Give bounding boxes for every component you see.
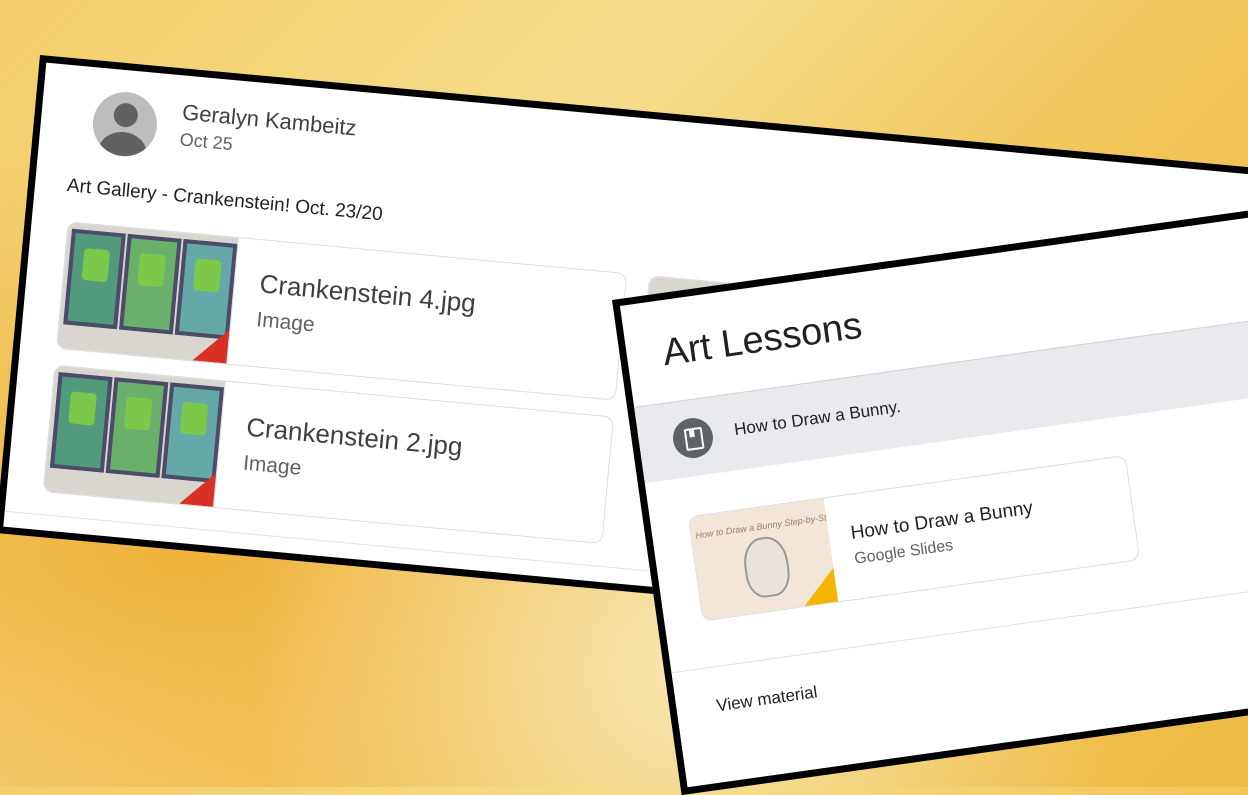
author-avatar[interactable]	[90, 89, 160, 159]
slides-thumbnail: How to Draw a Bunny Step-by-Step	[689, 498, 839, 621]
attachment-thumbnail	[43, 365, 226, 508]
image-type-icon	[179, 469, 217, 507]
image-type-icon	[192, 326, 230, 364]
post-text: Art Gallery - Crankenstein! Oct. 23/20	[66, 175, 384, 226]
topic-title: Art Lessons	[660, 304, 865, 375]
avatar-shoulders	[96, 129, 149, 159]
topic-card: Art Lessons How to Draw a Bunny. How to …	[612, 199, 1248, 795]
post-date: Oct 25	[178, 129, 234, 155]
attachment-type: Image	[242, 451, 303, 480]
attachment-thumbnail	[57, 222, 239, 364]
view-material-link[interactable]: View material	[715, 682, 819, 716]
bunny-drawing	[740, 534, 793, 600]
avatar-head	[112, 102, 139, 129]
material-book-icon	[670, 415, 716, 461]
material-attachment-card[interactable]: How to Draw a Bunny Step-by-Step How to …	[687, 455, 1141, 622]
lesson-title: How to Draw a Bunny.	[732, 396, 902, 440]
attachment-type: Image	[255, 308, 316, 337]
slides-type-icon	[799, 567, 839, 607]
